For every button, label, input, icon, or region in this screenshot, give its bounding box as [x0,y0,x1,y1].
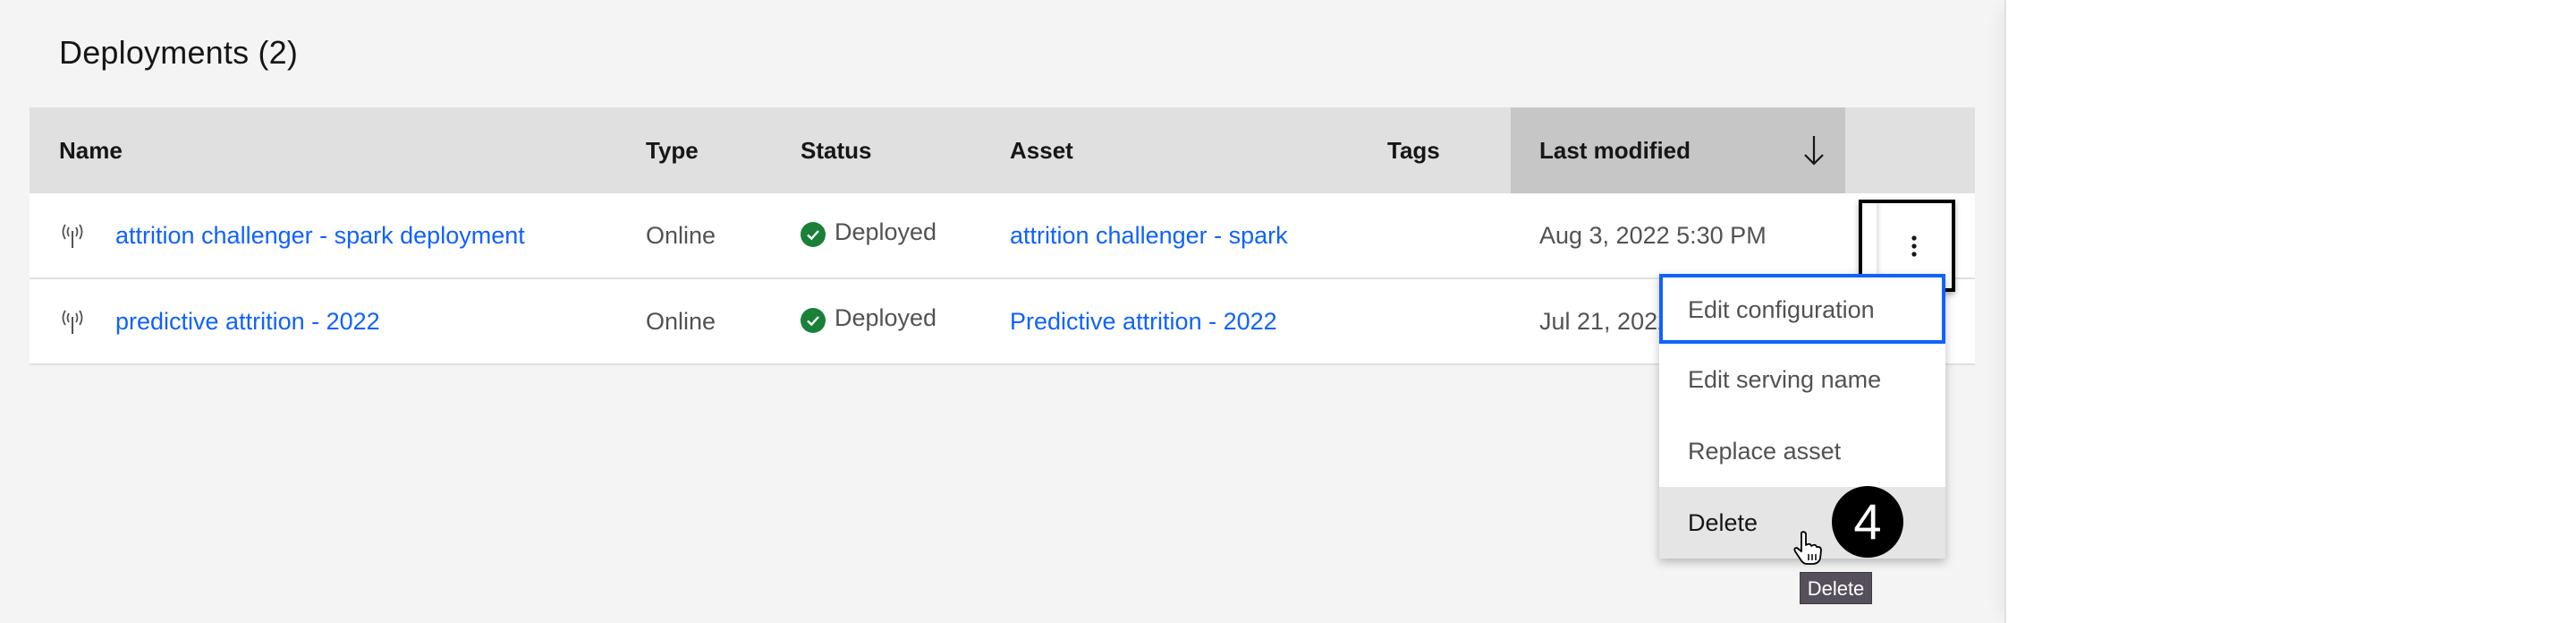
asset-link[interactable]: attrition challenger - spark [1010,193,1288,277]
checkmark-filled-icon [801,222,826,247]
hand-pointer-cursor-icon [1793,531,1822,565]
menu-item-edit-serving-name[interactable]: Edit serving name [1659,344,1945,415]
deployment-status: Deployed [835,304,937,331]
column-header-name[interactable]: Name [59,107,123,193]
column-header-asset[interactable]: Asset [1010,107,1073,193]
antenna-icon [62,310,83,334]
table-row[interactable]: attrition challenger - spark deployment … [30,193,1975,279]
tooltip: Delete [1800,572,1872,604]
deployment-name-link[interactable]: predictive attrition - 2022 [115,279,380,363]
column-header-tags[interactable]: Tags [1387,107,1440,193]
menu-item-replace-asset[interactable]: Replace asset [1659,415,1945,487]
column-header-status[interactable]: Status [801,107,871,193]
arrow-down-icon [1804,136,1824,166]
asset-link[interactable]: Predictive attrition - 2022 [1010,279,1277,363]
right-side-panel [2004,0,2576,623]
page-title: Deployments (2) [59,34,299,71]
checkmark-filled-icon [801,308,826,333]
table-header: Name Type Status Asset Tags Last modifie… [30,107,1975,193]
last-modified: Aug 3, 2022 5:30 PM [1539,222,1767,249]
last-modified: Jul 21, 2022 [1539,308,1672,335]
antenna-icon [62,224,83,248]
deployment-type: Online [646,308,716,335]
deployment-name-link[interactable]: attrition challenger - spark deployment [115,193,525,277]
step-number-badge: 4 [1832,486,1903,558]
column-header-last-modified[interactable]: Last modified [1511,107,1845,193]
overflow-menu-vertical-icon [1911,235,1917,257]
deployment-type: Online [646,222,716,249]
deployment-status: Deployed [835,218,937,245]
menu-item-edit-configuration[interactable]: Edit configuration [1659,274,1945,344]
column-header-last-modified-label: Last modified [1539,137,1691,164]
column-header-type[interactable]: Type [646,107,699,193]
